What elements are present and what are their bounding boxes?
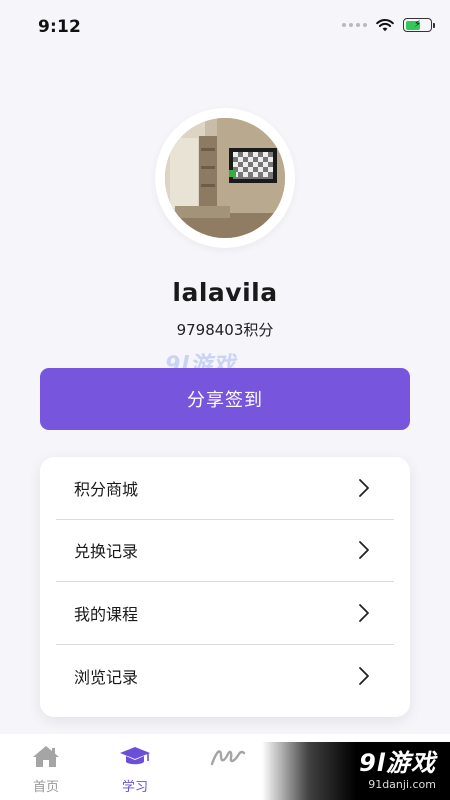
profile-screen: 9:12 ⚡ lalavila 9798403积分 9l游戏 分享签到 积分商城… xyxy=(0,0,450,800)
menu-item-points-mall[interactable]: 积分商城 xyxy=(56,457,394,520)
chevron-right-icon xyxy=(358,540,370,560)
menu-card: 积分商城 兑换记录 我的课程 浏览记录 xyxy=(40,457,410,717)
menu-item-label: 积分商城 xyxy=(74,479,139,499)
share-checkin-button[interactable]: 分享签到 xyxy=(40,368,410,430)
username: lalavila xyxy=(172,278,278,307)
menu-item-my-courses[interactable]: 我的课程 xyxy=(56,582,394,645)
avatar-frame xyxy=(155,108,295,248)
status-time: 9:12 xyxy=(38,17,82,37)
status-indicators: ⚡ xyxy=(342,18,435,32)
menu-item-label: 浏览记录 xyxy=(74,667,139,687)
charging-bolt-icon: ⚡ xyxy=(413,18,422,30)
tab-home[interactable]: 首页 xyxy=(16,744,76,795)
watermark-corner: 9l游戏 91danji.com xyxy=(262,742,450,800)
wifi-icon xyxy=(376,18,394,32)
status-bar: 9:12 ⚡ xyxy=(0,0,450,52)
menu-item-browsing-history[interactable]: 浏览记录 xyxy=(56,645,394,708)
points-balance: 9798403积分 xyxy=(176,321,274,339)
tab-label: 学习 xyxy=(121,780,148,795)
battery-icon: ⚡ xyxy=(403,18,435,32)
chevron-right-icon xyxy=(358,478,370,498)
home-icon xyxy=(31,744,61,772)
avatar[interactable] xyxy=(165,118,285,238)
menu-item-label: 我的课程 xyxy=(74,604,139,624)
chevron-right-icon xyxy=(358,603,370,623)
tab-label: 首页 xyxy=(32,780,59,795)
watermark-logo: 9l游戏 xyxy=(359,749,436,778)
tab-signature[interactable] xyxy=(198,744,258,778)
tab-study[interactable]: 学习 xyxy=(105,744,165,795)
menu-item-redeem-history[interactable]: 兑换记录 xyxy=(56,520,394,582)
signature-icon xyxy=(209,744,247,774)
graduation-cap-icon xyxy=(118,744,152,772)
menu-item-label: 兑换记录 xyxy=(74,542,139,562)
watermark-url: 91danji.com xyxy=(368,777,436,791)
chevron-right-icon xyxy=(358,666,370,686)
cellular-signal-icon xyxy=(342,23,367,27)
